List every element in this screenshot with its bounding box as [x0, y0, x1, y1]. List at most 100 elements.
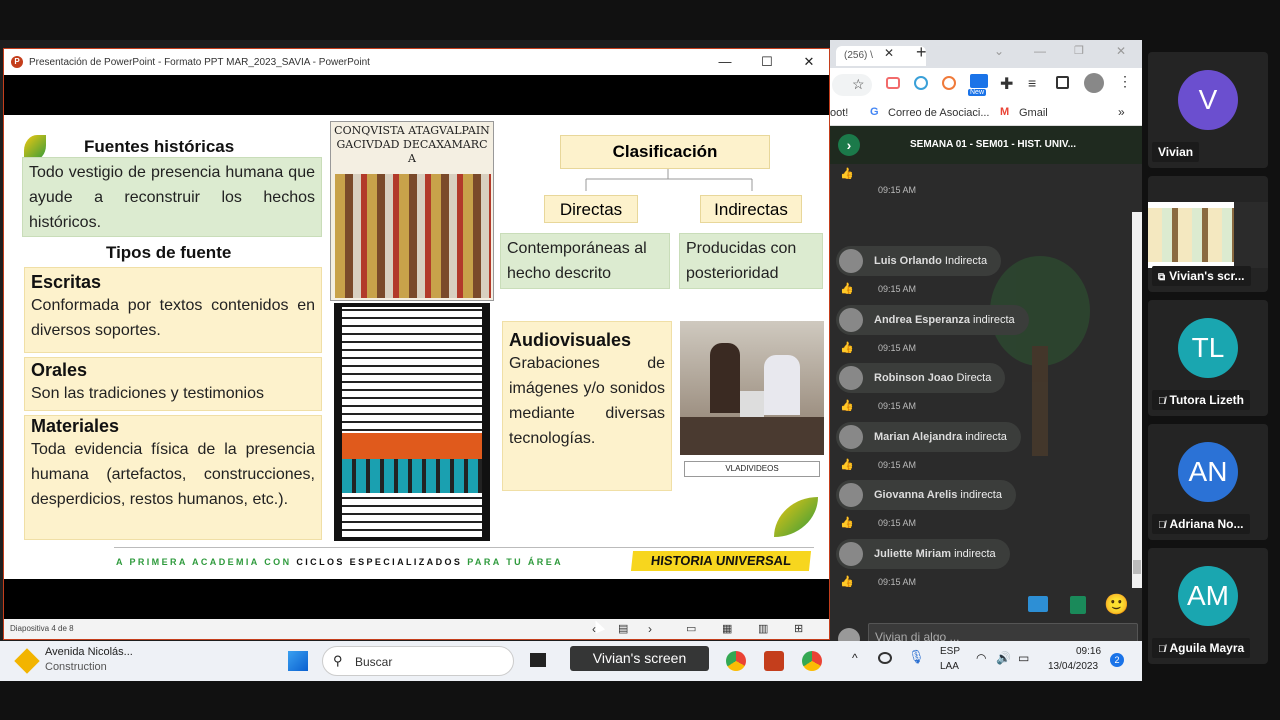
extension-icon[interactable]	[886, 77, 900, 89]
close-icon[interactable]: ✕	[1116, 44, 1126, 58]
close-button[interactable]: ✕	[788, 49, 830, 75]
powerpoint-taskbar-icon[interactable]	[764, 651, 784, 671]
battery-icon[interactable]: ▭	[1018, 651, 1029, 665]
codex-image: CONQVISTA ATAGVALPAINGACIVDAD DECAXAMARC…	[330, 121, 494, 301]
warning-icon[interactable]	[14, 648, 40, 674]
slideshow-icon[interactable]: ⊞	[794, 619, 803, 639]
participant-tile[interactable]: AM 🎙̸ Aguila Mayra	[1148, 548, 1268, 664]
bookmark[interactable]: Gmail	[1019, 107, 1048, 119]
like-icon[interactable]: 👍	[840, 167, 854, 180]
wifi-icon[interactable]: ◠	[976, 651, 986, 665]
chrome-icon[interactable]	[802, 651, 822, 671]
new-tab-icon[interactable]: +	[916, 42, 927, 63]
screen-share-icon: ⧉	[1158, 272, 1166, 283]
language-layout[interactable]: LAA	[940, 661, 959, 672]
participant-tile[interactable]: ⧉ Vivian's scr...	[1148, 176, 1268, 292]
avatar	[839, 542, 863, 566]
volume-icon[interactable]: 🔊	[996, 651, 1011, 665]
clock-time[interactable]: 09:16	[1076, 646, 1101, 657]
tab-close-icon[interactable]: ✕	[884, 46, 894, 60]
chevron-up-icon[interactable]: ^	[852, 651, 858, 665]
puzzle-icon[interactable]: ✚	[1000, 74, 1013, 94]
participant-avatar: V	[1178, 70, 1238, 130]
bookmark[interactable]: oot!	[830, 107, 848, 119]
participant-name: 🎙̸ Aguila Mayra	[1152, 638, 1251, 658]
chat-message[interactable]: Giovanna Arelis indirecta	[836, 480, 1016, 510]
extension-icon[interactable]	[942, 76, 956, 90]
slide-menu-icon[interactable]: ▤	[618, 619, 628, 639]
audiovisuales-text: Grabaciones de imágenes y/o sonidos medi…	[509, 355, 665, 447]
participant-name: 🎙̸ Tutora Lizeth	[1152, 390, 1250, 410]
google-icon: G	[870, 106, 879, 118]
next-slide-icon[interactable]: ›	[648, 619, 652, 639]
like-icon[interactable]: 👍	[840, 516, 854, 529]
chevron-down-icon[interactable]: ⌄	[994, 44, 1004, 58]
chat-message[interactable]: Robinson Joao Directa	[836, 363, 1006, 393]
mic-icon[interactable]: 🎙	[908, 649, 925, 665]
search-placeholder: Buscar	[355, 655, 393, 669]
new-badge: New	[968, 89, 987, 96]
chat-scrollbar[interactable]	[1132, 212, 1142, 588]
like-icon[interactable]: 👍	[840, 341, 854, 354]
sender-name: Giovanna Arelis	[874, 489, 958, 501]
queue-icon[interactable]: ≡	[1028, 75, 1036, 91]
participant-tile[interactable]: AN 🎙̸ Adriana No...	[1148, 424, 1268, 540]
like-icon[interactable]: 👍	[840, 575, 854, 588]
extension-icon[interactable]	[914, 76, 928, 90]
minimize-button[interactable]: —	[704, 49, 746, 75]
taskbar-search[interactable]: ⚲ Buscar	[322, 646, 514, 676]
chat-message[interactable]: Luis Orlando Indirecta	[836, 246, 1002, 276]
chrome-tab[interactable]: (256) \	[836, 46, 926, 66]
message-text: indirecta	[960, 489, 1002, 501]
orales-text: Son las tradiciones y testimonios	[31, 385, 264, 402]
emoji-icon[interactable]: 🙂	[1104, 592, 1129, 617]
profile-avatar[interactable]	[1084, 73, 1104, 93]
avatar	[839, 483, 863, 507]
chat-message[interactable]: Andrea Esperanza indirecta	[836, 305, 1029, 335]
extension-icon[interactable]	[970, 74, 988, 88]
message-text: Directa	[956, 372, 992, 384]
chat-message[interactable]: Juliette Miriam indirecta	[836, 539, 1010, 569]
sender-name: Marian Alejandra	[874, 431, 963, 443]
sorter-view-icon[interactable]: ▦	[722, 619, 732, 639]
like-icon[interactable]: 👍	[840, 458, 854, 471]
weather-title[interactable]: Avenida Nicolás...	[45, 646, 133, 658]
materiales-text: Toda evidencia física de la presencia hu…	[31, 441, 315, 508]
powerpoint-window: P Presentación de PowerPoint - Formato P…	[3, 48, 830, 640]
chat-message[interactable]: Marian Alejandra indirecta	[836, 422, 1021, 452]
participant-tile[interactable]: V Vivian	[1148, 52, 1268, 168]
maximize-button[interactable]: ☐	[746, 49, 788, 75]
reading-view-icon[interactable]: ▥	[758, 619, 768, 639]
folder-icon[interactable]	[1028, 596, 1048, 612]
participant-tile[interactable]: TL 🎙̸ Tutora Lizeth	[1148, 300, 1268, 416]
taskview-icon[interactable]	[530, 653, 546, 667]
cloud-icon[interactable]	[878, 652, 892, 664]
chrome-icon[interactable]	[726, 651, 746, 671]
bookmark[interactable]: Correo de Asociaci...	[888, 107, 990, 119]
codex-text: CONQVISTA ATAGVALPAINGACIVDAD DECAXAMARC…	[334, 124, 490, 165]
participant-name: Vivian	[1152, 142, 1200, 162]
chevron-right-icon[interactable]: ›	[838, 134, 860, 156]
powerpoint-icon: P	[11, 56, 23, 68]
like-icon[interactable]: 👍	[840, 399, 854, 412]
escritas-title: Escritas	[31, 272, 102, 292]
sidepanel-icon[interactable]	[1056, 76, 1069, 89]
directas-desc-box: Contemporáneas al hecho descrito	[500, 233, 670, 289]
menu-icon[interactable]: ⋮	[1118, 73, 1132, 90]
minimize-icon[interactable]: —	[1034, 44, 1046, 58]
message-text: indirecta	[954, 548, 996, 560]
avatar	[839, 425, 863, 449]
footer-course-title: HISTORIA UNIVERSAL	[630, 551, 812, 571]
more-bookmarks-icon[interactable]: »	[1118, 105, 1125, 119]
message-time: 09:15 AM	[878, 284, 917, 294]
like-icon[interactable]: 👍	[840, 282, 854, 295]
star-icon[interactable]: ☆	[852, 76, 865, 93]
normal-view-icon[interactable]: ▭	[686, 619, 696, 639]
language-code[interactable]: ESP	[940, 646, 960, 657]
notification-badge[interactable]: 2	[1110, 653, 1124, 667]
ppt-titlebar: P Presentación de PowerPoint - Formato P…	[4, 49, 829, 75]
image-icon[interactable]	[1070, 596, 1086, 614]
clock-date[interactable]: 13/04/2023	[1048, 661, 1098, 672]
restore-icon[interactable]: ❐	[1074, 44, 1084, 57]
windows-start-icon[interactable]	[288, 651, 308, 671]
